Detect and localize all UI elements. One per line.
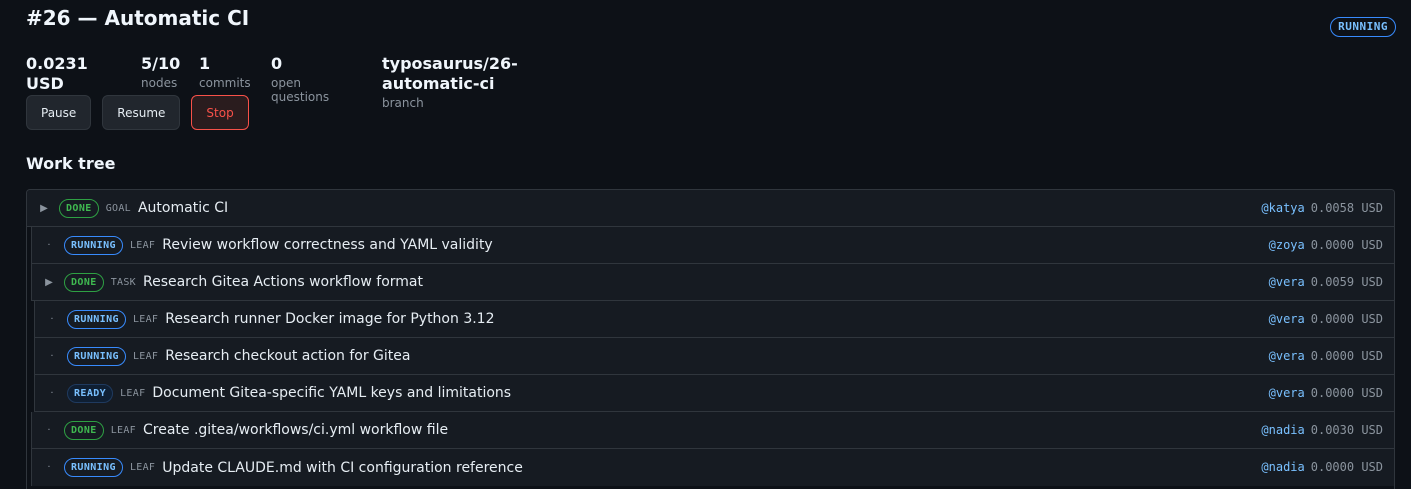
tree-row[interactable]: · DONE LEAF Create .gitea/workflows/ci.y…	[31, 412, 1394, 449]
tree-row[interactable]: ▶ DONE GOAL Automatic CI @katya 0.0058 U…	[27, 190, 1394, 227]
work-tree-title: Work tree	[26, 154, 116, 173]
node-meta: @vera 0.0059 USD	[1269, 264, 1383, 300]
status-badge: RUNNING	[67, 309, 126, 329]
leaf-dot-icon: ·	[50, 387, 54, 399]
stat-open-questions-value: 0	[271, 54, 283, 73]
node-title[interactable]: Research runner Docker image for Python …	[165, 311, 494, 327]
expand-toggle-icon[interactable]: ▶	[32, 277, 64, 288]
tree-row[interactable]: · RUNNING LEAF Review workflow correctne…	[31, 227, 1394, 264]
run-status-badge: RUNNING	[1330, 17, 1396, 37]
status-badge: DONE	[59, 198, 99, 218]
stat-open-questions: 0 open questions	[271, 54, 329, 104]
tree-row[interactable]: · READY LEAF Document Gitea-specific YAM…	[34, 375, 1394, 412]
status-badge: READY	[67, 383, 114, 403]
assignee[interactable]: @vera	[1269, 349, 1305, 363]
node-cost: 0.0000 USD	[1310, 349, 1383, 363]
node-cost: 0.0000 USD	[1310, 460, 1383, 474]
node-meta: @vera 0.0000 USD	[1269, 301, 1383, 337]
leaf-dot-icon: ·	[47, 239, 51, 251]
node-cost: 0.0000 USD	[1310, 238, 1383, 252]
assignee[interactable]: @vera	[1269, 275, 1305, 289]
stat-nodes: 5/10 nodes	[141, 54, 180, 90]
expand-toggle-icon[interactable]: ▶	[27, 203, 59, 214]
leaf-dot-icon: ·	[47, 424, 51, 436]
node-kind: LEAF	[132, 350, 159, 362]
node-title[interactable]: Document Gitea-specific YAML keys and li…	[152, 385, 511, 401]
node-meta: @vera 0.0000 USD	[1269, 375, 1383, 411]
node-title[interactable]: Research Gitea Actions workflow format	[143, 274, 423, 290]
status-badge: RUNNING	[64, 235, 123, 255]
stat-nodes-value: 5/10	[141, 54, 181, 73]
node-cost: 0.0059 USD	[1310, 275, 1383, 289]
pause-button[interactable]: Pause	[26, 95, 92, 130]
node-meta: @katya 0.0058 USD	[1261, 190, 1383, 226]
status-badge: DONE	[64, 420, 104, 440]
stat-branch-value: typosaurus/26-automatic-ci	[382, 54, 518, 93]
node-kind: LEAF	[129, 239, 156, 251]
node-kind: LEAF	[129, 462, 156, 473]
assignee[interactable]: @nadia	[1261, 423, 1304, 437]
node-cost: 0.0000 USD	[1310, 386, 1383, 400]
node-kind: TASK	[110, 276, 136, 288]
node-meta: @zoya 0.0000 USD	[1269, 227, 1383, 263]
node-title[interactable]: Automatic CI	[138, 200, 228, 216]
node-kind: LEAF	[132, 313, 159, 325]
tree-row[interactable]: · RUNNING LEAF Update CLAUDE.md with CI …	[31, 449, 1394, 486]
stat-cost-value: 0.0231 USD	[26, 54, 88, 93]
node-kind: LEAF	[110, 424, 136, 436]
node-title[interactable]: Update CLAUDE.md with CI configuration r…	[162, 460, 523, 476]
work-tree: ▶ DONE GOAL Automatic CI @katya 0.0058 U…	[26, 189, 1395, 489]
stat-commits: 1 commits	[199, 54, 251, 90]
stat-open-questions-label: open questions	[271, 76, 330, 104]
node-meta: @nadia 0.0000 USD	[1261, 449, 1383, 485]
stat-commits-label: commits	[199, 76, 251, 90]
assignee[interactable]: @vera	[1269, 312, 1305, 326]
node-meta: @vera 0.0000 USD	[1269, 338, 1383, 374]
node-cost: 0.0030 USD	[1310, 423, 1383, 437]
node-meta: @nadia 0.0030 USD	[1261, 412, 1383, 448]
tree-row[interactable]: · RUNNING LEAF Research runner Docker im…	[34, 301, 1394, 338]
node-kind: LEAF	[120, 387, 146, 399]
node-title[interactable]: Create .gitea/workflows/ci.yml workflow …	[143, 422, 448, 438]
stop-button[interactable]: Stop	[191, 95, 249, 130]
tree-row[interactable]: · RUNNING LEAF Research checkout action …	[34, 338, 1394, 375]
leaf-dot-icon: ·	[50, 313, 54, 325]
stat-nodes-label: nodes	[141, 76, 178, 90]
status-badge: DONE	[64, 272, 104, 292]
resume-button[interactable]: Resume	[102, 95, 181, 130]
node-title[interactable]: Research checkout action for Gitea	[165, 348, 410, 364]
stat-branch: typosaurus/26-automatic-ci branch	[382, 54, 518, 110]
run-page: #26 — Automatic CI RUNNING 0.0231 USD co…	[0, 0, 1411, 489]
status-badge: RUNNING	[67, 346, 126, 366]
node-cost: 0.0058 USD	[1310, 201, 1383, 215]
status-badge: RUNNING	[64, 458, 123, 477]
assignee[interactable]: @vera	[1269, 386, 1305, 400]
stat-branch-label: branch	[382, 96, 424, 110]
leaf-dot-icon: ·	[47, 462, 51, 473]
assignee[interactable]: @katya	[1261, 201, 1304, 215]
assignee[interactable]: @nadia	[1261, 460, 1304, 474]
assignee[interactable]: @zoya	[1269, 238, 1305, 252]
node-title[interactable]: Review workflow correctness and YAML val…	[162, 237, 492, 253]
page-title: #26 — Automatic CI	[26, 6, 250, 30]
stat-commits-value: 1	[199, 54, 211, 73]
node-kind: GOAL	[105, 202, 131, 214]
tree-row[interactable]: ▶ DONE TASK Research Gitea Actions workf…	[31, 264, 1394, 301]
node-cost: 0.0000 USD	[1310, 312, 1383, 326]
leaf-dot-icon: ·	[50, 350, 54, 362]
run-controls: Pause Resume Stop	[26, 95, 249, 130]
